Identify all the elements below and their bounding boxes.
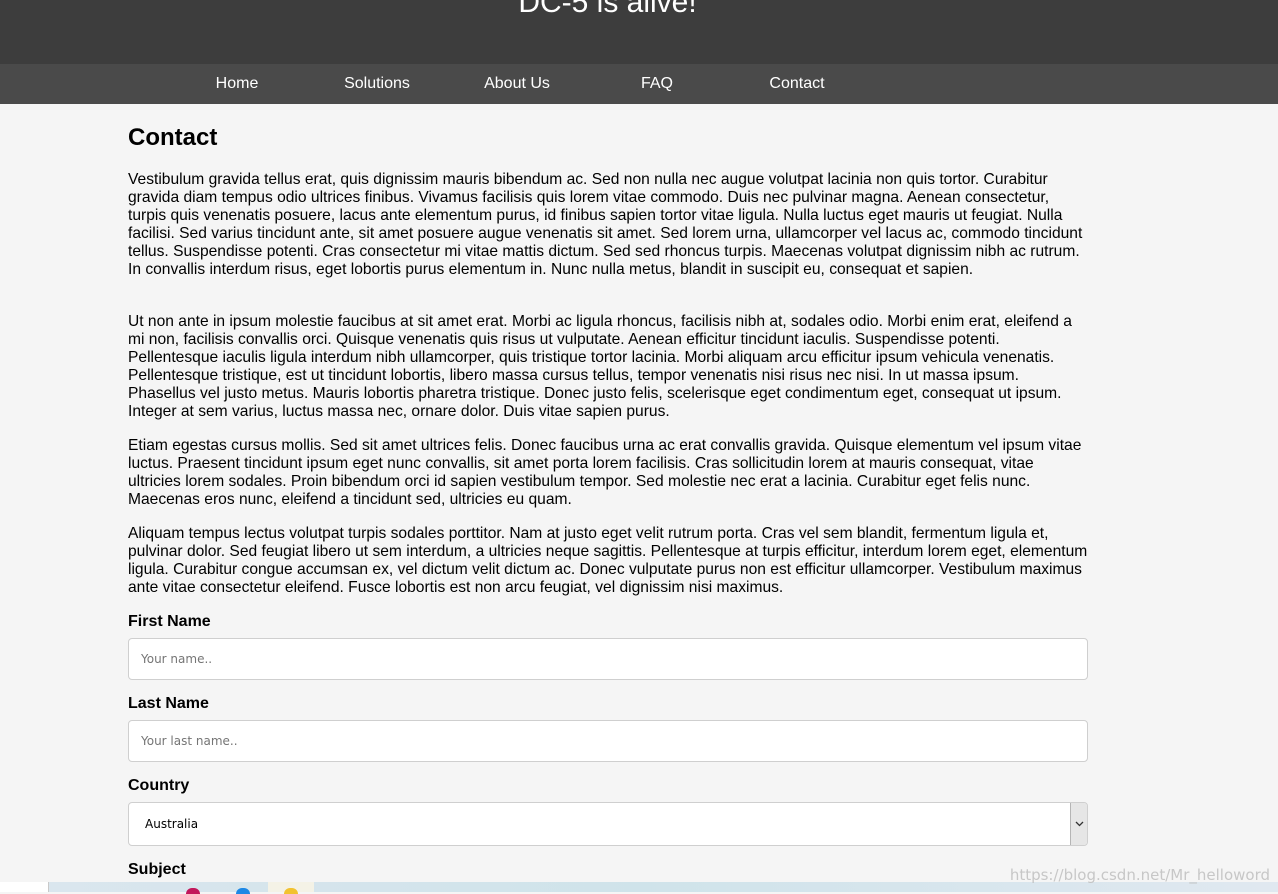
paragraph-4: Aliquam tempus lectus volutpat turpis so… bbox=[128, 525, 1088, 596]
chevron-down-icon[interactable] bbox=[1070, 803, 1087, 845]
last-name-input[interactable] bbox=[128, 720, 1088, 762]
star-icon bbox=[284, 888, 298, 894]
last-name-label: Last Name bbox=[128, 695, 209, 712]
nav-item-faq[interactable]: FAQ bbox=[587, 64, 727, 104]
main-nav: Home Solutions About Us FAQ Contact bbox=[0, 64, 1278, 104]
paragraph-2: Ut non ante in ipsum molestie faucibus a… bbox=[128, 313, 1072, 420]
page-title: Contact bbox=[128, 124, 218, 151]
watermark: https://blog.csdn.net/Mr_helloword bbox=[1009, 866, 1270, 884]
paragraph-1: Vestibulum gravida tellus erat, quis dig… bbox=[128, 171, 1083, 278]
taskbar-start[interactable] bbox=[0, 882, 49, 892]
main-content: Contact Vestibulum gravida tellus erat, … bbox=[128, 104, 1088, 878]
taskbar-active-tab[interactable] bbox=[268, 882, 314, 894]
subject-label: Subject bbox=[128, 861, 186, 878]
site-title: DC-5 is alive! bbox=[518, 0, 697, 19]
country-select-value: Australia bbox=[145, 817, 199, 831]
nav-item-about-us[interactable]: About Us bbox=[447, 64, 587, 104]
country-select[interactable]: Australia bbox=[128, 802, 1088, 846]
site-header: DC-5 is alive! bbox=[0, 0, 1278, 64]
nav-item-solutions[interactable]: Solutions bbox=[307, 64, 447, 104]
country-label: Country bbox=[128, 777, 190, 794]
first-name-label: First Name bbox=[128, 613, 211, 630]
paragraph-3: Etiam egestas cursus mollis. Sed sit ame… bbox=[128, 437, 1082, 508]
first-name-input[interactable] bbox=[128, 638, 1088, 680]
taskbar-app-icon[interactable] bbox=[186, 888, 200, 894]
nav-item-home[interactable]: Home bbox=[167, 64, 307, 104]
taskbar-app-icon[interactable] bbox=[236, 888, 250, 894]
nav-item-contact[interactable]: Contact bbox=[727, 64, 867, 104]
